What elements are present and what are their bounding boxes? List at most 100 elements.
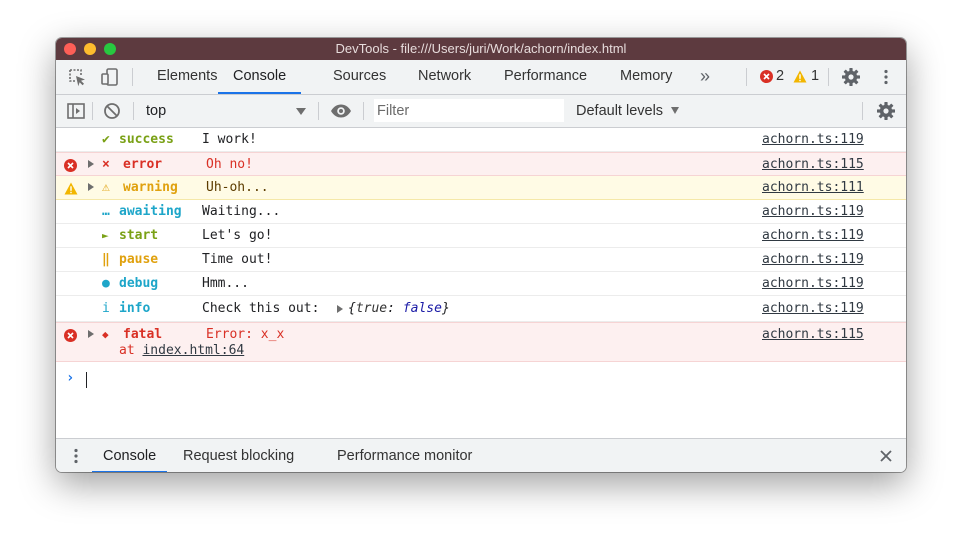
expand-triangle-icon[interactable] bbox=[88, 330, 94, 338]
ellipsis-icon: … bbox=[102, 204, 110, 219]
toolbar-separator bbox=[92, 102, 93, 120]
console-message-pause[interactable]: ‖ pause Time out! achorn.ts:119 bbox=[56, 248, 906, 272]
warning-icon bbox=[64, 182, 78, 195]
message-source-link[interactable]: achorn.ts:115 bbox=[762, 157, 864, 172]
main-tab-bar: Elements Console Sources Network Perform… bbox=[56, 60, 906, 95]
message-source-link[interactable]: achorn.ts:111 bbox=[762, 180, 864, 195]
message-source-link[interactable]: achorn.ts:119 bbox=[762, 132, 864, 147]
message-source-link[interactable]: achorn.ts:115 bbox=[762, 327, 864, 342]
message-level-name: info bbox=[119, 301, 151, 316]
toolbar-separator bbox=[862, 102, 863, 120]
drawer-tab-request-blocking[interactable]: Request blocking bbox=[183, 439, 294, 472]
console-message-success[interactable]: ✔ success I work! achorn.ts:119 bbox=[56, 128, 906, 152]
close-window-button[interactable] bbox=[64, 43, 76, 55]
message-text: Oh no! bbox=[206, 157, 253, 172]
object-preview[interactable]: {true: false} bbox=[348, 301, 450, 316]
message-source-link[interactable]: achorn.ts:119 bbox=[762, 301, 864, 316]
console-message-warning[interactable]: ⚠ warning Uh-oh... achorn.ts:111 bbox=[56, 176, 906, 200]
log-levels-dropdown[interactable]: Default levels bbox=[568, 95, 688, 127]
stack-trace-link[interactable]: index.html:64 bbox=[142, 343, 244, 358]
message-source-link[interactable]: achorn.ts:119 bbox=[762, 228, 864, 243]
tab-console[interactable]: Console bbox=[218, 60, 302, 94]
console-message-info[interactable]: i info Check this out: {true: false} ach… bbox=[56, 296, 906, 322]
object-value: false bbox=[402, 301, 442, 316]
inspect-element-icon[interactable] bbox=[67, 67, 87, 87]
stack-trace-line: at index.html:64 bbox=[119, 343, 245, 358]
console-prompt-icon: › bbox=[66, 370, 75, 386]
context-selector[interactable]: top bbox=[138, 95, 310, 127]
zoom-window-button[interactable] bbox=[104, 43, 116, 55]
console-messages: ✔ success I work! achorn.ts:119 × error … bbox=[56, 128, 906, 438]
live-expression-eye-icon[interactable] bbox=[330, 103, 352, 119]
more-tabs-button[interactable]: » bbox=[700, 60, 710, 94]
tab-separator bbox=[132, 68, 133, 86]
tab-memory[interactable]: Memory bbox=[620, 60, 672, 94]
console-input-caret[interactable] bbox=[86, 372, 87, 388]
message-source-link[interactable]: achorn.ts:119 bbox=[762, 276, 864, 291]
console-settings-gear-icon[interactable] bbox=[876, 101, 896, 121]
tab-performance[interactable]: Performance bbox=[504, 60, 587, 94]
pause-icon: ‖ bbox=[102, 252, 110, 267]
error-count-icon[interactable] bbox=[760, 70, 773, 83]
console-message-fatal[interactable]: ◆ fatal Error: x_x at index.html:64 acho… bbox=[56, 322, 906, 362]
context-selector-value: top bbox=[146, 103, 167, 119]
toolbar-separator bbox=[318, 102, 319, 120]
drawer-tab-console[interactable]: Console bbox=[92, 439, 168, 472]
console-message-start[interactable]: ► start Let's go! achorn.ts:119 bbox=[56, 224, 906, 248]
tab-sources[interactable]: Sources bbox=[333, 60, 386, 94]
message-level-name: awaiting bbox=[119, 204, 182, 219]
tab-separator bbox=[828, 68, 829, 86]
info-icon: i bbox=[102, 301, 110, 316]
error-cross-icon: × bbox=[102, 157, 110, 172]
console-message-awaiting[interactable]: … awaiting Waiting... achorn.ts:119 bbox=[56, 200, 906, 224]
console-message-error[interactable]: × error Oh no! achorn.ts:115 bbox=[56, 152, 906, 176]
message-level-name: success bbox=[119, 132, 174, 147]
title-bar: DevTools - file:///Users/juri/Work/achor… bbox=[56, 38, 906, 60]
message-text: Check this out: bbox=[202, 301, 320, 316]
play-icon: ► bbox=[102, 229, 109, 242]
chevron-down-icon bbox=[671, 107, 679, 114]
tab-network[interactable]: Network bbox=[418, 60, 471, 94]
message-text: Hmm... bbox=[202, 276, 249, 291]
chevron-down-icon bbox=[296, 108, 306, 115]
drawer-tab-performance-monitor[interactable]: Performance monitor bbox=[337, 439, 472, 472]
message-text: Time out! bbox=[202, 252, 273, 267]
message-level-name: start bbox=[119, 228, 159, 243]
error-count[interactable]: 2 bbox=[776, 60, 784, 94]
message-level-name: error bbox=[123, 157, 163, 172]
success-check-icon: ✔ bbox=[102, 132, 110, 147]
message-source-link[interactable]: achorn.ts:119 bbox=[762, 204, 864, 219]
message-text: Error: x_x bbox=[206, 327, 285, 342]
close-drawer-icon[interactable] bbox=[880, 450, 892, 462]
object-expand-triangle-icon[interactable] bbox=[337, 305, 343, 313]
dot-icon: ● bbox=[102, 276, 110, 291]
window-title: DevTools - file:///Users/juri/Work/achor… bbox=[335, 41, 627, 56]
error-icon bbox=[64, 159, 77, 172]
warning-triangle-icon: ⚠ bbox=[102, 180, 110, 195]
message-text: Let's go! bbox=[202, 228, 273, 243]
warning-count[interactable]: 1 bbox=[811, 60, 819, 94]
message-text: Waiting... bbox=[202, 204, 281, 219]
toolbar-separator bbox=[133, 102, 134, 120]
tab-separator bbox=[746, 68, 747, 86]
device-toolbar-icon[interactable] bbox=[100, 67, 120, 87]
message-level-name: debug bbox=[119, 276, 159, 291]
expand-triangle-icon[interactable] bbox=[88, 183, 94, 191]
toolbar-separator bbox=[363, 102, 364, 120]
settings-gear-icon[interactable] bbox=[841, 67, 861, 87]
drawer-tab-bar: Console Request blocking Performance mon… bbox=[56, 438, 906, 472]
message-source-link[interactable]: achorn.ts:119 bbox=[762, 252, 864, 267]
tab-elements[interactable]: Elements bbox=[157, 60, 217, 94]
show-sidebar-icon[interactable] bbox=[66, 101, 86, 121]
drawer-menu-icon[interactable] bbox=[73, 448, 79, 464]
message-level-name: fatal bbox=[123, 327, 163, 342]
clear-console-icon[interactable] bbox=[102, 101, 122, 121]
warning-count-icon[interactable] bbox=[793, 70, 807, 83]
message-level-name: pause bbox=[119, 252, 159, 267]
minimize-window-button[interactable] bbox=[84, 43, 96, 55]
console-message-debug[interactable]: ● debug Hmm... achorn.ts:119 bbox=[56, 272, 906, 296]
expand-triangle-icon[interactable] bbox=[88, 160, 94, 168]
more-options-icon[interactable] bbox=[882, 69, 890, 85]
error-icon bbox=[64, 329, 77, 342]
filter-input[interactable] bbox=[374, 99, 564, 122]
